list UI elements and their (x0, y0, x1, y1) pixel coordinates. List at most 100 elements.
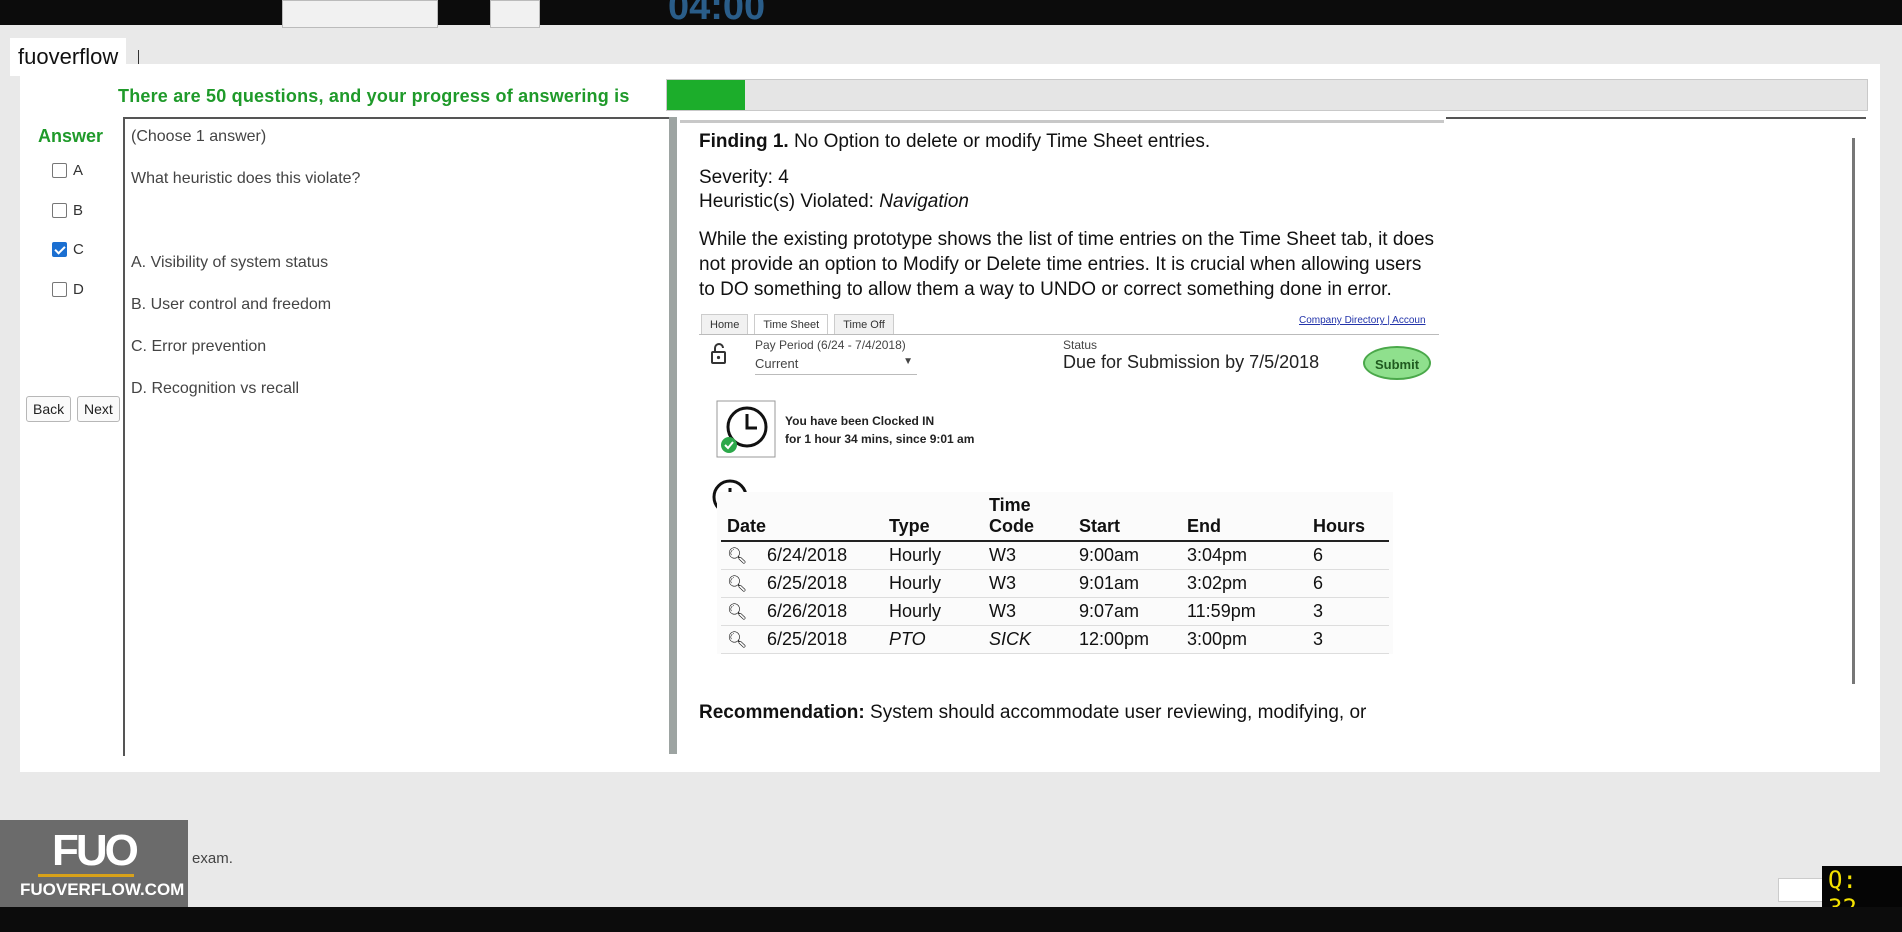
ts-cell-type: Hourly (883, 541, 983, 570)
ts-clock-line1: You have been Clocked IN (785, 414, 935, 428)
top-black-bar: 04:00 (0, 0, 1902, 28)
ts-pay-period-select: Current ▼ (755, 356, 917, 375)
fuoverflow-logo: FUO FUOVERFLOW.COM (0, 820, 188, 907)
ts-tab-home: Home (701, 314, 749, 335)
search-icon: 🔍︎ (727, 548, 748, 565)
top-small-button[interactable] (490, 0, 540, 28)
clock-icon (716, 400, 776, 458)
ts-tab-rule (699, 334, 1439, 335)
search-icon: 🔍︎ (727, 632, 748, 649)
ts-cell-end: 11:59pm (1181, 597, 1307, 626)
ts-cell-date: 6/25/2018 (767, 629, 848, 649)
option-b-label: B (73, 202, 84, 219)
vertical-scrollbar[interactable] (1852, 138, 1855, 684)
checkbox-d[interactable] (52, 282, 67, 297)
ts-cell-type: PTO (883, 625, 983, 654)
top-dropdown[interactable] (282, 0, 438, 28)
ts-col-type: Type (883, 492, 983, 542)
recommendation-label: Recommendation: (699, 702, 865, 723)
ts-company-link: Company Directory | Accoun (1299, 315, 1426, 326)
finding-severity: Severity: 4 (699, 167, 789, 188)
option-c-label: C (73, 241, 84, 258)
ts-cell-type: Hourly (883, 597, 983, 626)
ts-cell-code: W3 (983, 541, 1073, 570)
logo-text: FUOVERFLOW.COM (20, 880, 185, 899)
progress-fill (667, 80, 745, 110)
option-a-label: A (73, 162, 84, 179)
ts-cell-hours: 6 (1307, 569, 1389, 598)
ts-cell-type: Hourly (883, 569, 983, 598)
ts-status-label: Status (1063, 338, 1098, 352)
table-row: 🔍︎ 6/24/2018 Hourly W3 9:00am 3:04pm 6 (721, 541, 1389, 570)
timesheet-tabs: Home Time Sheet Time Off (701, 312, 900, 335)
ts-cell-date: 6/26/2018 (767, 601, 848, 621)
ts-cell-code: W3 (983, 597, 1073, 626)
back-button[interactable]: Back (26, 396, 72, 422)
finding-heading-text: No Option to delete or modify Time Sheet… (788, 131, 1211, 152)
checkbox-c[interactable] (52, 242, 67, 257)
ts-cell-end: 3:04pm (1181, 541, 1307, 570)
finding-heuristic: Heuristic(s) Violated: Navigation (699, 191, 1439, 213)
ts-cell-start: 12:00pm (1073, 625, 1181, 654)
logo-mark: FUO (52, 826, 139, 875)
ts-date-cell: 🔍︎ 6/24/2018 (721, 541, 883, 570)
choice-d: D. Recognition vs recall (131, 380, 300, 397)
option-d-label: D (73, 281, 84, 298)
unlock-icon (711, 343, 726, 364)
finding-recommendation: Recommendation: System should accommodat… (699, 702, 1439, 724)
ts-cell-end: 3:02pm (1181, 569, 1307, 598)
ts-cell-end: 3:00pm (1181, 625, 1307, 654)
ts-col-date: Date (721, 492, 883, 542)
answer-option-c[interactable]: C (52, 241, 84, 258)
progress-bar (666, 79, 1868, 111)
search-icon: 🔍︎ (727, 604, 748, 621)
answer-label: Answer (38, 126, 104, 146)
ts-col-end: End (1181, 492, 1307, 542)
ts-status-value: Due for Submission by 7/5/2018 (1063, 352, 1320, 372)
question-box (123, 117, 671, 756)
ts-pay-period-label: Pay Period (6/24 - 7/4/2018) (755, 338, 906, 352)
finding-body: While the existing prototype shows the l… (699, 229, 1435, 300)
bottom-black-bar (0, 907, 1902, 932)
table-row: 🔍︎ 6/25/2018 PTO SICK 12:00pm 3:00pm 3 (721, 625, 1389, 654)
question-instruction: (Choose 1 answer) (131, 128, 267, 145)
next-button[interactable]: Next (77, 396, 120, 422)
finding-heading-number: Finding 1. (699, 131, 789, 152)
ts-cell-start: 9:07am (1073, 597, 1181, 626)
ts-date-cell: 🔍︎ 6/25/2018 (721, 569, 883, 598)
ts-cell-start: 9:00am (1073, 541, 1181, 570)
answer-option-d[interactable]: D (52, 281, 84, 298)
ts-col-hours: Hours (1307, 492, 1389, 542)
ts-clock-line2: for 1 hour 34 mins, since 9:01 am (785, 432, 975, 446)
image-scroll-area[interactable] (1446, 117, 1866, 756)
choice-b: B. User control and freedom (131, 296, 332, 313)
logo-underline (38, 874, 134, 877)
checkbox-a[interactable] (52, 163, 67, 178)
chevron-down-icon: ▼ (903, 356, 913, 367)
table-row: 🔍︎ 6/26/2018 Hourly W3 9:07am 11:59pm 3 (721, 597, 1389, 626)
ts-tab-timesheet: Time Sheet (754, 314, 829, 335)
progress-text: There are 50 questions, and your progres… (118, 86, 630, 106)
pane-divider[interactable] (669, 117, 677, 754)
choice-a: A. Visibility of system status (131, 254, 329, 271)
table-row: 🔍︎ 6/25/2018 Hourly W3 9:01am 3:02pm 6 (721, 569, 1389, 598)
ts-cell-date: 6/25/2018 (767, 573, 848, 593)
ts-table-wrap: Date Type Time Code Start End Hours 🔍︎ 6/… (717, 492, 1393, 654)
ts-col-start: Start (1073, 492, 1181, 542)
question-input[interactable] (1778, 878, 1828, 902)
timesheet-table: Date Type Time Code Start End Hours 🔍︎ 6/… (721, 492, 1389, 654)
ts-header-row: Date Type Time Code Start End Hours (721, 492, 1389, 542)
ts-cell-code: SICK (983, 625, 1073, 654)
ts-cell-date: 6/24/2018 (767, 545, 848, 565)
ts-cell-hours: 3 (1307, 625, 1389, 654)
ts-tab-timeoff: Time Off (834, 314, 894, 335)
answer-option-b[interactable]: B (52, 202, 83, 219)
checkbox-b[interactable] (52, 203, 67, 218)
finding-heading: Finding 1. No Option to delete or modify… (699, 131, 1439, 153)
timesheet-screenshot: Home Time Sheet Time Off Company Directory… (699, 312, 1439, 702)
ts-cell-hours: 6 (1307, 541, 1389, 570)
answer-option-a[interactable]: A (52, 162, 83, 179)
choice-c: C. Error prevention (131, 338, 267, 355)
ts-cell-hours: 3 (1307, 597, 1389, 626)
question-prompt: What heuristic does this violate? (131, 170, 361, 187)
